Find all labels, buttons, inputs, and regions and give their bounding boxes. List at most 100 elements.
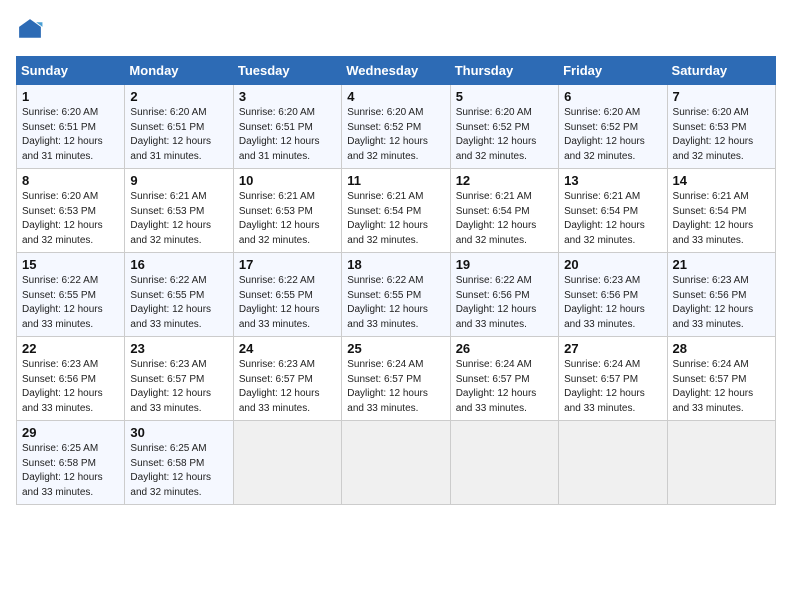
day-number: 25 [347, 341, 444, 356]
day-cell: 10 Sunrise: 6:21 AM Sunset: 6:53 PM Dayli… [233, 169, 341, 253]
column-header-thursday: Thursday [450, 57, 558, 85]
day-info: Sunrise: 6:21 AM Sunset: 6:53 PM Dayligh… [239, 190, 336, 248]
day-number: 1 [22, 89, 119, 104]
header [16, 16, 776, 44]
day-info: Sunrise: 6:20 AM Sunset: 6:51 PM Dayligh… [22, 106, 119, 164]
day-number: 30 [130, 425, 227, 440]
day-number: 9 [130, 173, 227, 188]
column-header-saturday: Saturday [667, 57, 775, 85]
day-info: Sunrise: 6:24 AM Sunset: 6:57 PM Dayligh… [564, 358, 661, 416]
column-header-friday: Friday [559, 57, 667, 85]
calendar-header-row: SundayMondayTuesdayWednesdayThursdayFrid… [17, 57, 776, 85]
day-info: Sunrise: 6:25 AM Sunset: 6:58 PM Dayligh… [22, 442, 119, 500]
day-number: 22 [22, 341, 119, 356]
day-cell: 24 Sunrise: 6:23 AM Sunset: 6:57 PM Dayli… [233, 337, 341, 421]
day-number: 5 [456, 89, 553, 104]
day-cell: 2 Sunrise: 6:20 AM Sunset: 6:51 PM Daylig… [125, 85, 233, 169]
day-number: 10 [239, 173, 336, 188]
day-number: 14 [673, 173, 770, 188]
week-row-5: 29 Sunrise: 6:25 AM Sunset: 6:58 PM Dayli… [17, 421, 776, 505]
day-cell: 15 Sunrise: 6:22 AM Sunset: 6:55 PM Dayli… [17, 253, 125, 337]
day-info: Sunrise: 6:21 AM Sunset: 6:54 PM Dayligh… [673, 190, 770, 248]
day-number: 12 [456, 173, 553, 188]
day-number: 3 [239, 89, 336, 104]
day-number: 27 [564, 341, 661, 356]
day-cell: 5 Sunrise: 6:20 AM Sunset: 6:52 PM Daylig… [450, 85, 558, 169]
day-number: 28 [673, 341, 770, 356]
day-info: Sunrise: 6:20 AM Sunset: 6:51 PM Dayligh… [239, 106, 336, 164]
day-number: 15 [22, 257, 119, 272]
day-cell: 30Sunrise: 6:25 AM Sunset: 6:58 PM Dayli… [125, 421, 233, 505]
day-number: 26 [456, 341, 553, 356]
day-cell [342, 421, 450, 505]
day-cell: 6Sunrise: 6:20 AM Sunset: 6:52 PM Daylig… [559, 85, 667, 169]
day-info: Sunrise: 6:22 AM Sunset: 6:56 PM Dayligh… [456, 274, 553, 332]
day-cell: 14 Sunrise: 6:21 AM Sunset: 6:54 PM Dayli… [667, 169, 775, 253]
day-info: Sunrise: 6:22 AM Sunset: 6:55 PM Dayligh… [22, 274, 119, 332]
week-row-3: 15 Sunrise: 6:22 AM Sunset: 6:55 PM Dayli… [17, 253, 776, 337]
day-cell: 21 Sunrise: 6:23 AM Sunset: 6:56 PM Dayli… [667, 253, 775, 337]
day-info: Sunrise: 6:20 AM Sunset: 6:53 PM Dayligh… [22, 190, 119, 248]
day-number: 23 [130, 341, 227, 356]
day-cell: 22 Sunrise: 6:23 AM Sunset: 6:56 PM Dayli… [17, 337, 125, 421]
day-cell: 4Sunrise: 6:20 AM Sunset: 6:52 PM Daylig… [342, 85, 450, 169]
day-info: Sunrise: 6:24 AM Sunset: 6:57 PM Dayligh… [347, 358, 444, 416]
column-header-sunday: Sunday [17, 57, 125, 85]
day-cell: 26 Sunrise: 6:24 AM Sunset: 6:57 PM Dayli… [450, 337, 558, 421]
day-number: 2 [130, 89, 227, 104]
day-cell: 20Sunrise: 6:23 AM Sunset: 6:56 PM Dayli… [559, 253, 667, 337]
day-cell: 18 Sunrise: 6:22 AM Sunset: 6:55 PM Dayli… [342, 253, 450, 337]
day-cell: 7 Sunrise: 6:20 AM Sunset: 6:53 PM Daylig… [667, 85, 775, 169]
day-info: Sunrise: 6:21 AM Sunset: 6:54 PM Dayligh… [456, 190, 553, 248]
day-info: Sunrise: 6:21 AM Sunset: 6:53 PM Dayligh… [130, 190, 227, 248]
day-number: 16 [130, 257, 227, 272]
day-info: Sunrise: 6:22 AM Sunset: 6:55 PM Dayligh… [347, 274, 444, 332]
day-number: 24 [239, 341, 336, 356]
day-info: Sunrise: 6:24 AM Sunset: 6:57 PM Dayligh… [673, 358, 770, 416]
logo-icon [16, 16, 44, 44]
day-number: 21 [673, 257, 770, 272]
day-info: Sunrise: 6:20 AM Sunset: 6:53 PM Dayligh… [673, 106, 770, 164]
day-cell: 25 Sunrise: 6:24 AM Sunset: 6:57 PM Dayli… [342, 337, 450, 421]
day-cell: 9 Sunrise: 6:21 AM Sunset: 6:53 PM Daylig… [125, 169, 233, 253]
day-info: Sunrise: 6:23 AM Sunset: 6:56 PM Dayligh… [564, 274, 661, 332]
logo [16, 16, 48, 44]
day-info: Sunrise: 6:23 AM Sunset: 6:56 PM Dayligh… [673, 274, 770, 332]
day-number: 29 [22, 425, 119, 440]
day-cell: 8 Sunrise: 6:20 AM Sunset: 6:53 PM Daylig… [17, 169, 125, 253]
day-info: Sunrise: 6:20 AM Sunset: 6:52 PM Dayligh… [564, 106, 661, 164]
day-info: Sunrise: 6:20 AM Sunset: 6:52 PM Dayligh… [347, 106, 444, 164]
day-cell: 23 Sunrise: 6:23 AM Sunset: 6:57 PM Dayli… [125, 337, 233, 421]
day-number: 7 [673, 89, 770, 104]
week-row-1: 1 Sunrise: 6:20 AM Sunset: 6:51 PM Daylig… [17, 85, 776, 169]
day-info: Sunrise: 6:23 AM Sunset: 6:56 PM Dayligh… [22, 358, 119, 416]
day-cell [450, 421, 558, 505]
column-header-monday: Monday [125, 57, 233, 85]
day-info: Sunrise: 6:21 AM Sunset: 6:54 PM Dayligh… [564, 190, 661, 248]
day-cell [667, 421, 775, 505]
day-info: Sunrise: 6:21 AM Sunset: 6:54 PM Dayligh… [347, 190, 444, 248]
day-number: 13 [564, 173, 661, 188]
day-number: 18 [347, 257, 444, 272]
day-cell: 11 Sunrise: 6:21 AM Sunset: 6:54 PM Dayli… [342, 169, 450, 253]
day-info: Sunrise: 6:20 AM Sunset: 6:52 PM Dayligh… [456, 106, 553, 164]
day-info: Sunrise: 6:23 AM Sunset: 6:57 PM Dayligh… [239, 358, 336, 416]
week-row-4: 22 Sunrise: 6:23 AM Sunset: 6:56 PM Dayli… [17, 337, 776, 421]
day-cell [233, 421, 341, 505]
day-number: 11 [347, 173, 444, 188]
day-info: Sunrise: 6:24 AM Sunset: 6:57 PM Dayligh… [456, 358, 553, 416]
column-header-tuesday: Tuesday [233, 57, 341, 85]
calendar-table: SundayMondayTuesdayWednesdayThursdayFrid… [16, 56, 776, 505]
day-number: 19 [456, 257, 553, 272]
day-number: 8 [22, 173, 119, 188]
day-cell [559, 421, 667, 505]
day-cell: 27 Sunrise: 6:24 AM Sunset: 6:57 PM Dayli… [559, 337, 667, 421]
day-info: Sunrise: 6:20 AM Sunset: 6:51 PM Dayligh… [130, 106, 227, 164]
week-row-2: 8 Sunrise: 6:20 AM Sunset: 6:53 PM Daylig… [17, 169, 776, 253]
column-header-wednesday: Wednesday [342, 57, 450, 85]
day-cell: 17Sunrise: 6:22 AM Sunset: 6:55 PM Dayli… [233, 253, 341, 337]
day-cell: 1 Sunrise: 6:20 AM Sunset: 6:51 PM Daylig… [17, 85, 125, 169]
day-number: 17 [239, 257, 336, 272]
day-cell: 13 Sunrise: 6:21 AM Sunset: 6:54 PM Dayli… [559, 169, 667, 253]
day-info: Sunrise: 6:23 AM Sunset: 6:57 PM Dayligh… [130, 358, 227, 416]
